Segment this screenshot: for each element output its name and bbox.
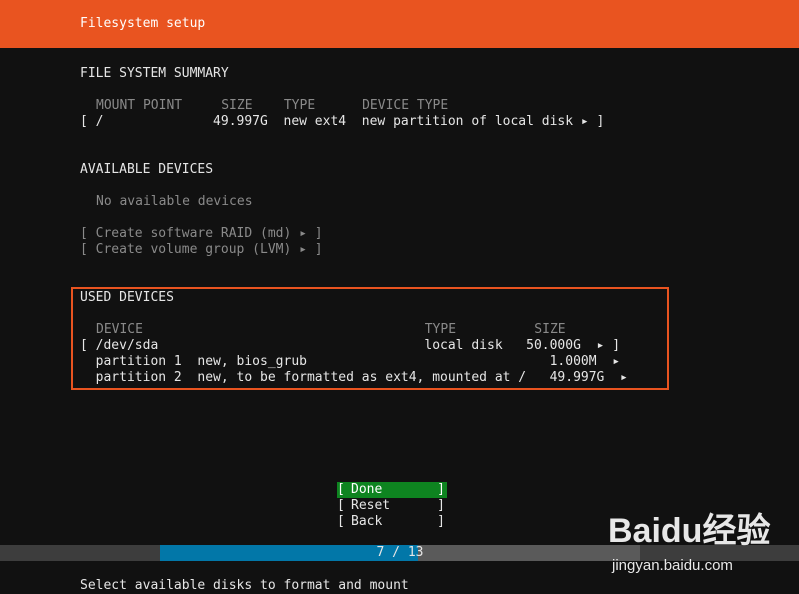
back-label: Back (351, 514, 383, 529)
done-right-bracket: ] (437, 482, 445, 497)
baidu-watermark: Baidu经验 jingyan.baidu.com (600, 505, 790, 585)
summary-column-headers: MOUNT POINT SIZE TYPE DEVICE TYPE (96, 98, 449, 113)
progress-text: 7 / 13 (376, 545, 424, 560)
used-column-headers: DEVICE TYPE SIZE (96, 322, 566, 337)
used-row-partition-2[interactable]: partition 2 new, to be formatted as ext4… (80, 370, 628, 386)
back-left-bracket: [ (337, 514, 345, 529)
summary-row-root[interactable]: [ / 49.997G new ext4 new partition of lo… (80, 114, 604, 130)
used-row-partition-1[interactable]: partition 1 new, bios_grub 1.000M ▸ (80, 354, 620, 370)
baidu-logo: Baidu经验 (608, 512, 771, 550)
available-heading: AVAILABLE DEVICES (80, 162, 214, 177)
watermark-url: jingyan.baidu.com (612, 557, 733, 574)
reset-left-bracket: [ (337, 498, 345, 513)
back-right-bracket: ] (437, 514, 445, 529)
reset-label: Reset (351, 498, 391, 513)
summary-heading: FILE SYSTEM SUMMARY (80, 66, 229, 81)
used-heading: USED DEVICES (80, 290, 174, 305)
create-raid-button[interactable]: [ Create software RAID (md) ▸ ] (80, 226, 323, 242)
title-bar: Filesystem setup (0, 0, 799, 48)
back-button[interactable]: [ Back ] (337, 514, 447, 530)
done-left-bracket: [ (337, 482, 345, 497)
reset-button[interactable]: [ Reset ] (337, 498, 447, 514)
status-message: Select available disks to format and mou… (80, 578, 409, 593)
done-button[interactable]: [ Done ] (337, 482, 447, 498)
reset-right-bracket: ] (437, 498, 445, 513)
done-label: Done (351, 482, 383, 497)
page-title: Filesystem setup (80, 16, 206, 31)
no-devices-text: No available devices (96, 194, 253, 209)
progress-bar: 7 / 13 (160, 545, 640, 561)
used-row-sda[interactable]: [ /dev/sda local disk 50.000G ▸ ] (80, 338, 620, 354)
create-lvm-button[interactable]: [ Create volume group (LVM) ▸ ] (80, 242, 323, 258)
